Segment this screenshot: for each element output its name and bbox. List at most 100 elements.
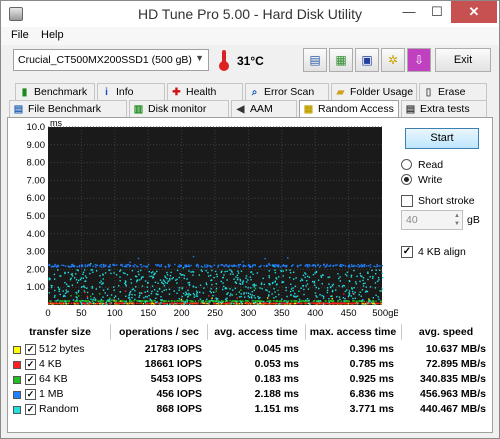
tab-extra-tests[interactable]: ▤ Extra tests: [401, 100, 487, 118]
data-point: [336, 264, 338, 266]
series-checkbox[interactable]: ✓: [25, 359, 36, 370]
spin-up-icon[interactable]: ▲: [454, 213, 460, 220]
data-point: [308, 302, 311, 304]
data-point: [168, 288, 171, 290]
data-point: [240, 295, 242, 298]
tab-random-access[interactable]: ▦ Random Access: [299, 100, 399, 118]
data-point: [369, 286, 372, 288]
data-point: [317, 302, 320, 305]
data-point: [378, 279, 380, 281]
data-point: [327, 276, 329, 279]
data-point: [149, 298, 151, 300]
data-point: [319, 264, 322, 267]
data-point: [125, 302, 127, 304]
short-stroke-checkbox[interactable]: [401, 195, 413, 207]
menu-help[interactable]: Help: [41, 29, 64, 41]
start-button[interactable]: Start: [405, 128, 479, 149]
data-point: [174, 300, 176, 303]
tab-folder-usage[interactable]: ▰ Folder Usage: [331, 83, 417, 101]
data-point: [232, 300, 234, 302]
data-point: [160, 296, 162, 298]
data-point: [315, 295, 317, 297]
data-point: [290, 302, 293, 305]
data-point: [228, 265, 230, 268]
x-tick-label: 150: [140, 308, 156, 319]
save-button[interactable]: ▣: [355, 48, 379, 72]
data-point: [100, 263, 102, 266]
write-label: Write: [418, 174, 443, 186]
data-point: [140, 302, 142, 305]
data-point: [119, 291, 122, 293]
data-point: [149, 300, 151, 302]
drive-select[interactable]: Crucial_CT500MX200SSD1 (500 gB) ▼: [13, 49, 209, 71]
data-point: [306, 275, 309, 278]
data-point: [295, 295, 297, 298]
data-point: [187, 289, 189, 292]
data-point: [360, 302, 363, 304]
series-checkbox[interactable]: ✓: [25, 374, 36, 385]
tab-aam[interactable]: ◀ AAM: [231, 100, 297, 118]
tab-label: Benchmark: [34, 86, 88, 98]
data-point: [273, 288, 275, 290]
write-radio[interactable]: [401, 174, 412, 185]
data-point: [49, 300, 51, 302]
data-point: [108, 269, 110, 271]
series-checkbox[interactable]: ✓: [25, 344, 36, 355]
tab-erase[interactable]: ▯ Erase: [419, 83, 487, 101]
menu-file[interactable]: File: [11, 29, 29, 41]
data-point: [350, 302, 352, 305]
data-point: [220, 280, 222, 283]
data-point: [136, 302, 138, 305]
tab-benchmark[interactable]: ▮ Benchmark: [15, 83, 95, 101]
data-point: [255, 300, 257, 302]
data-point: [207, 265, 209, 267]
tab-info[interactable]: i Info: [97, 83, 165, 101]
data-point: [64, 265, 67, 267]
data-point: [176, 282, 178, 284]
options-button[interactable]: ✲: [381, 48, 405, 72]
tab-error-scan[interactable]: ⌕ Error Scan: [245, 83, 329, 101]
read-radio[interactable]: [401, 159, 412, 170]
copy-text-button[interactable]: ▤: [303, 48, 327, 72]
data-point: [195, 286, 197, 289]
exit-button[interactable]: Exit: [435, 48, 491, 72]
data-point: [113, 300, 115, 302]
data-point: [111, 299, 113, 301]
series-checkbox[interactable]: ✓: [25, 404, 36, 415]
data-point: [165, 288, 167, 291]
download-button[interactable]: ⇩: [407, 48, 431, 72]
data-point: [318, 266, 321, 268]
data-point: [328, 276, 331, 278]
minimize-button[interactable]: —: [395, 1, 423, 23]
stroke-size-spinner[interactable]: 40 ▲ ▼: [401, 210, 463, 230]
series-color-swatch: [13, 346, 21, 354]
data-point: [76, 293, 78, 295]
data-point: [48, 278, 50, 281]
data-point: [153, 289, 156, 291]
data-point: [183, 303, 185, 306]
tab-disk-monitor[interactable]: ▥ Disk monitor: [129, 100, 229, 118]
tab-health[interactable]: ✚ Health: [167, 83, 243, 101]
data-point: [286, 295, 288, 298]
close-button[interactable]: ✕: [451, 1, 497, 23]
data-point: [245, 292, 248, 294]
data-point: [139, 264, 142, 266]
spin-down-icon[interactable]: ▼: [454, 221, 460, 228]
data-point: [276, 302, 278, 304]
data-point: [318, 300, 320, 303]
align-4kb-checkbox[interactable]: ✓: [401, 246, 413, 258]
data-point: [247, 300, 250, 302]
data-point: [367, 301, 370, 303]
data-point: [217, 266, 219, 268]
data-point: [129, 261, 131, 264]
copy-screenshot-button[interactable]: ▦: [329, 48, 353, 72]
data-point: [129, 298, 131, 301]
tab-file-benchmark[interactable]: ▤ File Benchmark: [9, 100, 127, 118]
maximize-button[interactable]: ☐: [423, 1, 451, 23]
data-point: [215, 283, 218, 285]
data-point: [64, 272, 66, 275]
series-checkbox[interactable]: ✓: [25, 389, 36, 400]
data-point: [100, 298, 103, 301]
data-point: [327, 302, 329, 305]
data-point: [188, 283, 191, 286]
